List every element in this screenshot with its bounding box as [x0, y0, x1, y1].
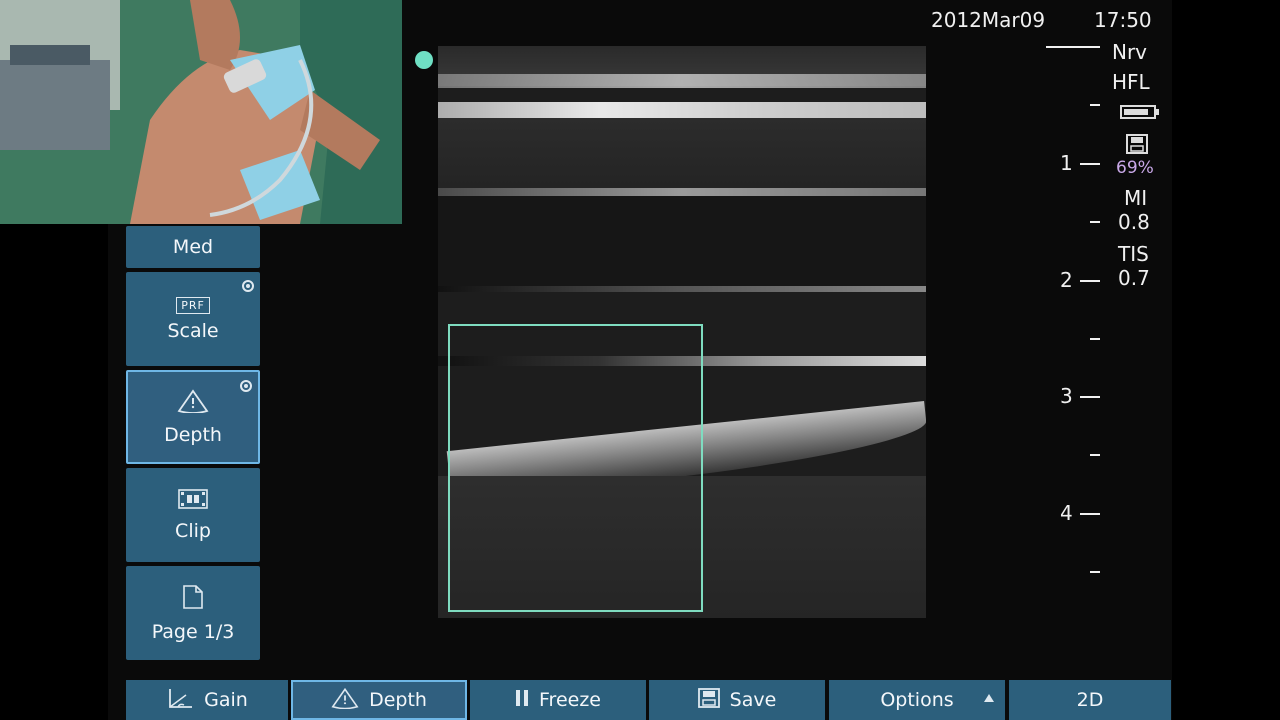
scale-label: Scale — [167, 319, 219, 342]
page-button[interactable]: Page 1/3 — [126, 566, 260, 660]
triangle-up-icon — [983, 686, 995, 708]
depth-bottom-label: Depth — [369, 689, 427, 711]
freeze-button[interactable]: Freeze — [470, 680, 648, 720]
depth-minor-tick — [1090, 571, 1100, 573]
storage-percent: 69% — [1116, 158, 1154, 178]
depth-major-tick — [1080, 163, 1100, 165]
gain-label: Gain — [204, 689, 248, 711]
depth-label-4: 4 — [1060, 501, 1073, 525]
time-label: 17:50 — [1094, 8, 1152, 32]
status-indicator — [415, 51, 433, 69]
film-icon — [178, 488, 208, 514]
clip-button[interactable]: Clip — [126, 468, 260, 562]
tis-label: TIS — [1118, 242, 1149, 266]
depth-side-button[interactable]: Depth — [126, 370, 260, 464]
date-label: 2012Mar09 — [931, 8, 1046, 32]
save-button[interactable]: Save — [649, 680, 827, 720]
radio-indicator-icon — [242, 280, 254, 292]
depth-major-tick — [1080, 513, 1100, 515]
depth-major-tick — [1080, 280, 1100, 282]
depth-label-3: 3 — [1060, 384, 1073, 408]
bottom-toolbar: Gain Depth Freeze Save Options 2D — [126, 680, 1171, 720]
freeze-label: Freeze — [539, 689, 601, 711]
page-label: Page 1/3 — [151, 620, 235, 643]
side-menu: Med PRF Scale Depth Clip Page 1/3 — [126, 226, 260, 678]
tis-value: 0.7 — [1118, 266, 1150, 290]
transducer-label: HFL — [1112, 70, 1150, 94]
prf-icon: PRF — [176, 296, 210, 314]
save-icon — [697, 687, 720, 713]
gain-button[interactable]: Gain — [126, 680, 290, 720]
storage-icon — [1126, 134, 1148, 158]
mi-label: MI — [1124, 186, 1148, 210]
roi-box[interactable] — [448, 324, 703, 612]
depth-major-tick — [1080, 396, 1100, 398]
mi-value: 0.8 — [1118, 210, 1150, 234]
mode-2d-button[interactable]: 2D — [1009, 680, 1171, 720]
pause-icon — [515, 689, 529, 712]
depth-icon — [331, 687, 359, 714]
options-label: Options — [880, 689, 954, 711]
depth-minor-tick — [1090, 221, 1100, 223]
depth-minor-tick — [1090, 104, 1100, 106]
depth-bottom-button[interactable]: Depth — [291, 680, 467, 720]
radio-indicator-icon — [240, 380, 252, 392]
options-button[interactable]: Options — [829, 680, 1007, 720]
depth-minor-tick — [1090, 338, 1100, 340]
camera-inset — [0, 0, 402, 224]
battery-icon — [1120, 104, 1160, 124]
depth-side-label: Depth — [164, 423, 222, 446]
preset-label: Nrv — [1112, 40, 1148, 64]
clip-label: Clip — [175, 519, 211, 542]
page-icon — [182, 584, 204, 615]
mode-2d-label: 2D — [1076, 689, 1104, 711]
depth-label-1: 1 — [1060, 151, 1073, 175]
gain-icon — [166, 687, 194, 714]
depth-minor-tick — [1090, 454, 1100, 456]
preset-line — [1046, 46, 1100, 48]
med-button[interactable]: Med — [126, 226, 260, 268]
save-label: Save — [729, 689, 777, 711]
scale-button[interactable]: PRF Scale — [126, 272, 260, 366]
med-label: Med — [172, 236, 214, 258]
depth-icon — [177, 388, 209, 418]
depth-label-2: 2 — [1060, 268, 1073, 292]
